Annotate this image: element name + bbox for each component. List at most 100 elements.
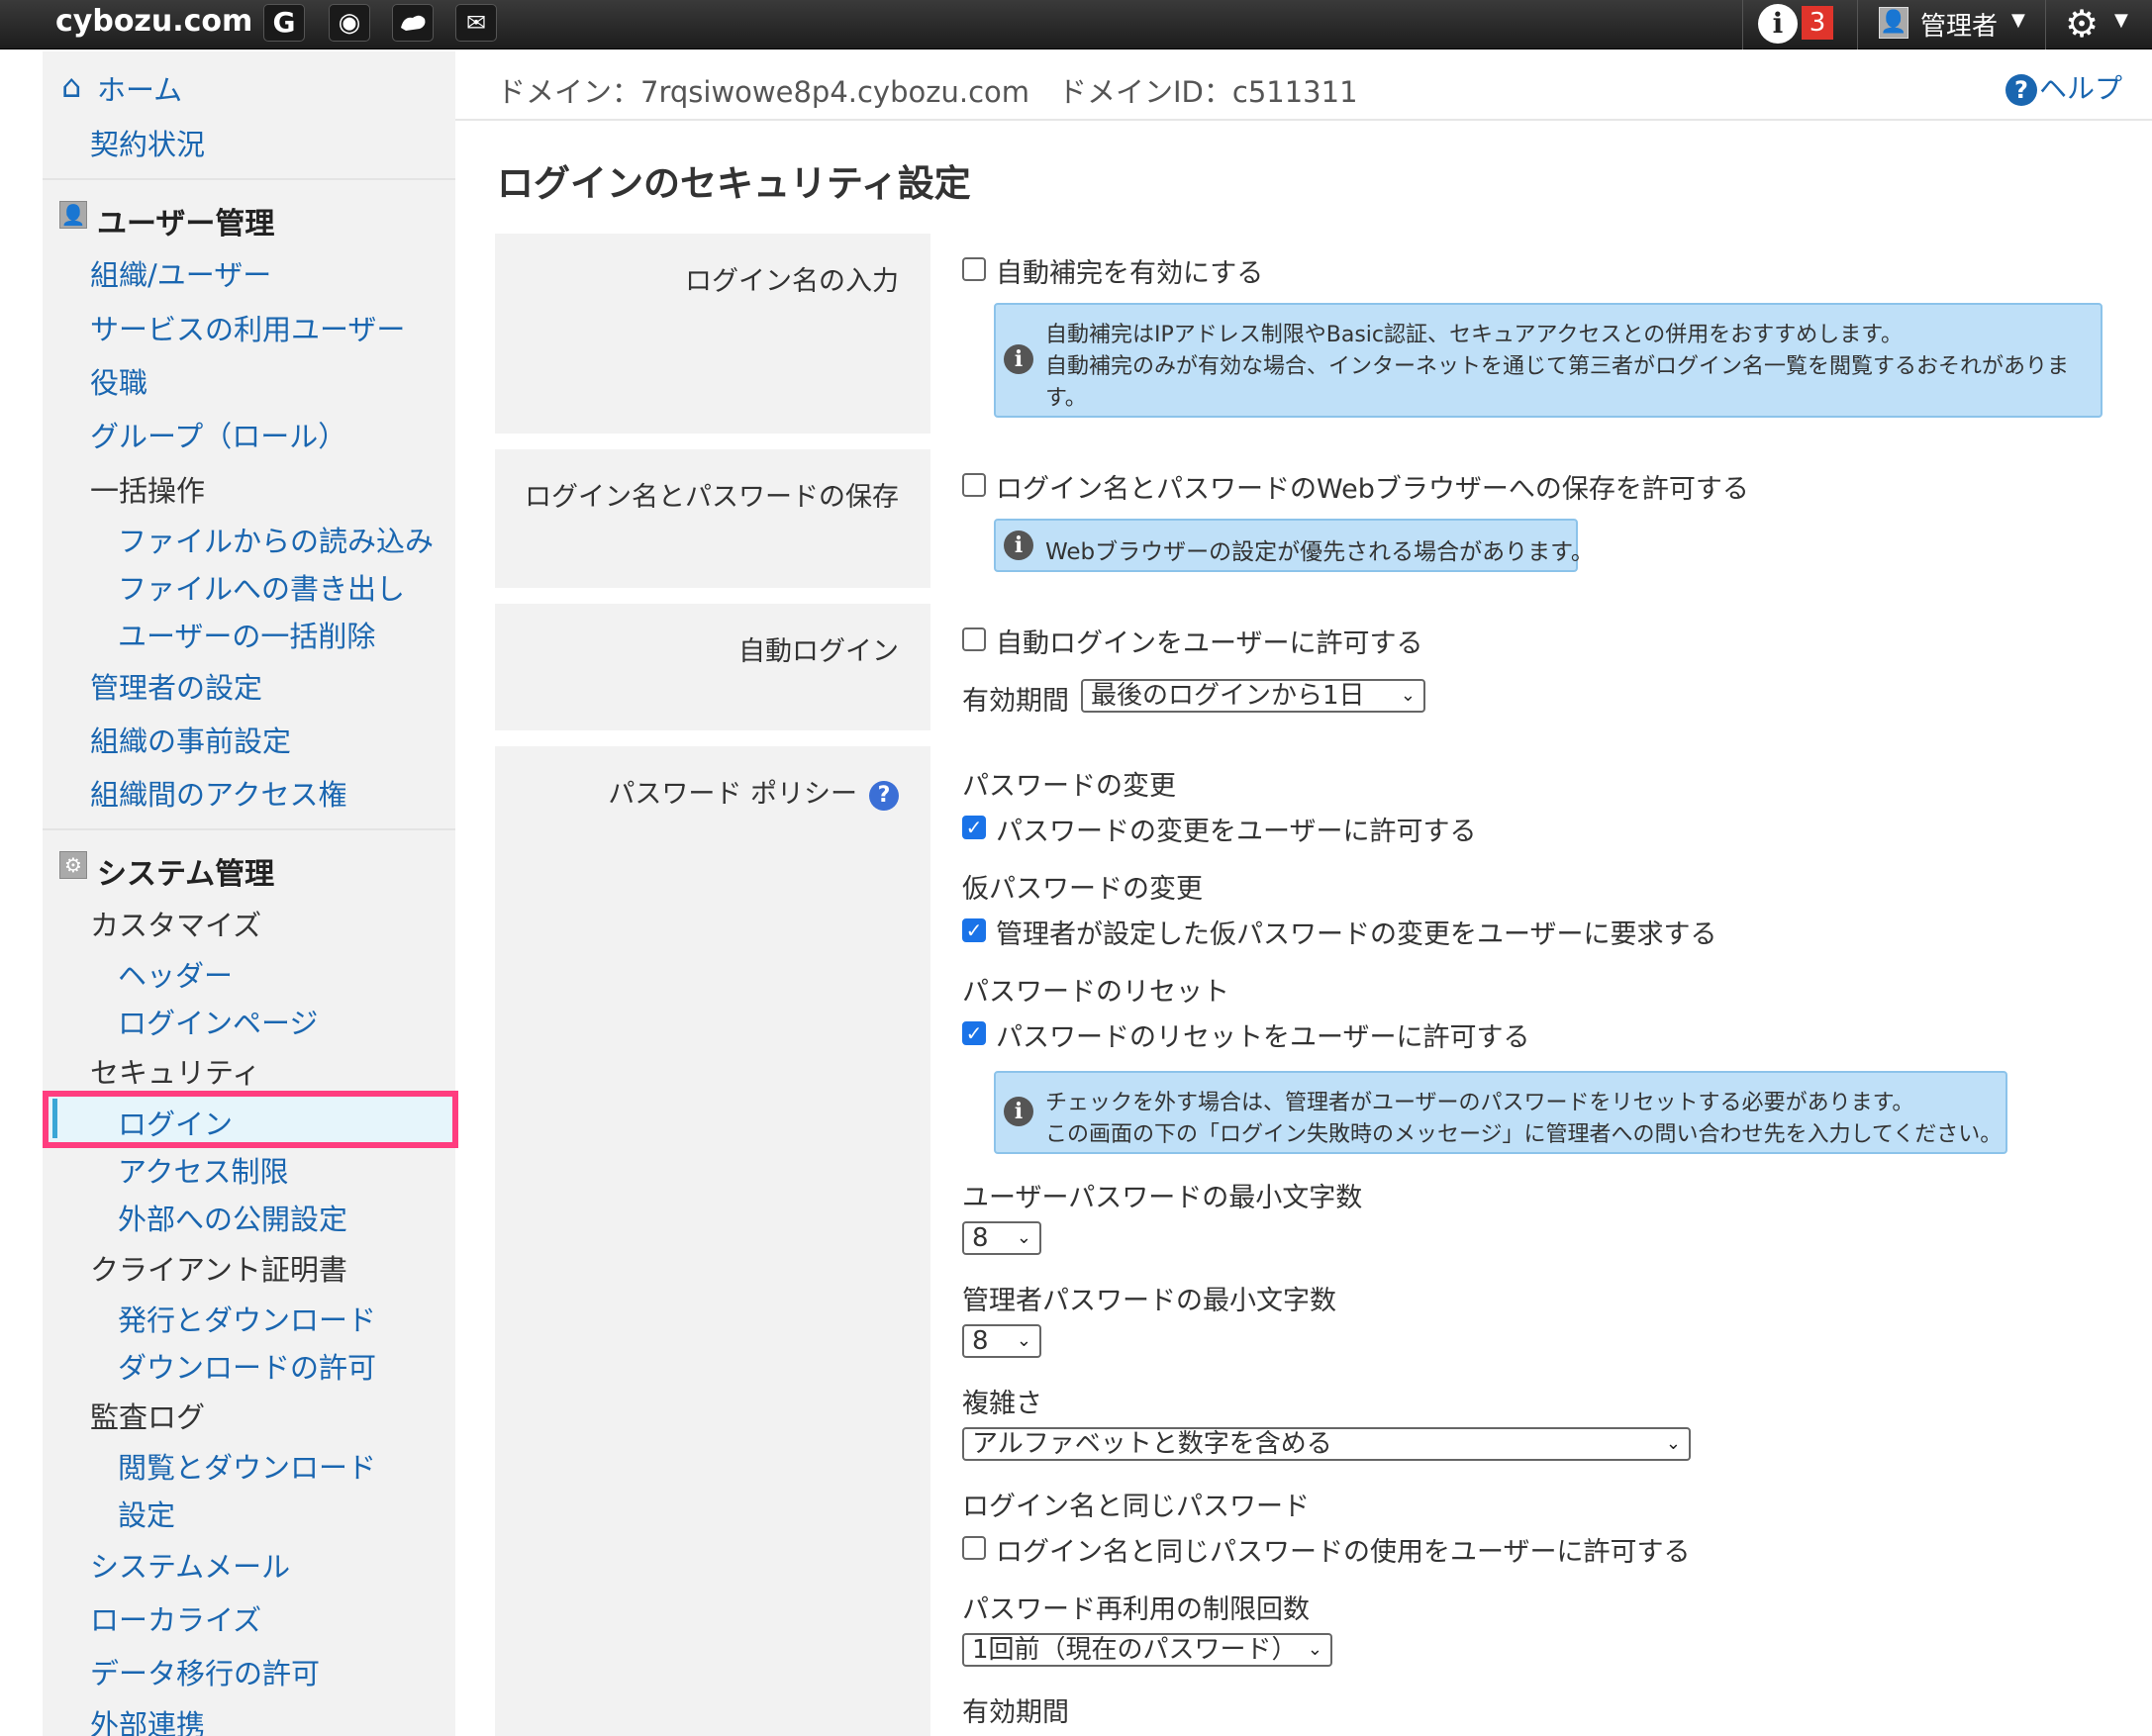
same-as-login-checkbox[interactable] bbox=[962, 1536, 986, 1560]
help-icon[interactable]: ? bbox=[869, 780, 899, 811]
sidebar-item-bulk: 一括操作 bbox=[90, 474, 206, 508]
note-text: 自動補完のみが有効な場合、インターネットを通じて第三者がログイン名一覧を閲覧する… bbox=[1045, 354, 2070, 379]
reuse-limit-heading: パスワード再利用の制限回数 bbox=[962, 1594, 1310, 1625]
sidebar-item-audit-settings[interactable]: 設定 bbox=[118, 1493, 175, 1534]
temp-password-checkbox[interactable]: ✓ bbox=[962, 918, 986, 942]
office-app-icon[interactable]: ◉ bbox=[329, 4, 370, 42]
help-icon: ? bbox=[2005, 74, 2037, 106]
save-credentials-checkbox[interactable] bbox=[962, 473, 986, 497]
temp-password-checkbox-label[interactable]: 管理者が設定した仮パスワードの変更をユーザーに要求する bbox=[996, 913, 1716, 951]
save-credentials-label-cell: ログイン名とパスワードの保存 bbox=[495, 449, 930, 588]
cybozu-logo[interactable]: cybozu.com bbox=[55, 4, 252, 39]
info-icon: i bbox=[1004, 1097, 1033, 1126]
same-as-login-heading: ログイン名と同じパスワード bbox=[962, 1492, 1310, 1522]
auto-login-label-cell: 自動ログイン bbox=[495, 604, 930, 730]
garoon-app-icon[interactable]: G bbox=[263, 4, 305, 42]
temp-password-heading: 仮パスワードの変更 bbox=[962, 874, 1203, 905]
sidebar-item-customize: カスタマイズ bbox=[90, 909, 262, 942]
sidebar-item-client-cert: クライアント証明書 bbox=[90, 1253, 347, 1287]
user-avatar-icon[interactable]: 👤 bbox=[1879, 7, 1908, 39]
complexity-heading: 複雑さ bbox=[962, 1389, 1042, 1419]
sidebar-item-external-public[interactable]: 外部への公開設定 bbox=[118, 1197, 347, 1238]
password-change-heading: パスワードの変更 bbox=[962, 771, 1176, 802]
complexity-select[interactable]: アルファベットと数字を含める ⌄ bbox=[962, 1427, 1691, 1461]
auto-login-period-select[interactable]: 最後のログインから1日 ⌄ bbox=[1081, 679, 1425, 713]
admin-min-length-select[interactable]: 8 ⌄ bbox=[962, 1324, 1041, 1358]
sidebar-item-org-access[interactable]: 組織間のアクセス権 bbox=[90, 772, 347, 814]
user-min-length-heading: ユーザーパスワードの最小文字数 bbox=[962, 1183, 1363, 1213]
sidebar-item-localize[interactable]: ローカライズ bbox=[90, 1597, 261, 1639]
sidebar-item-group[interactable]: グループ（ロール） bbox=[90, 414, 346, 455]
note-text: Webブラウザーの設定が優先される場合があります。 bbox=[1045, 539, 1594, 565]
autocomplete-checkbox-label[interactable]: 自動補完を有効にする bbox=[996, 251, 1263, 290]
sidebar-item-org-pre[interactable]: 組織の事前設定 bbox=[90, 719, 291, 760]
sidebar-item-login-page[interactable]: ログインページ bbox=[118, 1001, 318, 1042]
row-label: パスワード ポリシー? bbox=[608, 772, 899, 811]
home-icon[interactable]: ⌂ bbox=[61, 67, 81, 105]
sidebar-item-download-allow[interactable]: ダウンロードの許可 bbox=[118, 1345, 376, 1387]
sidebar-item-login-highlight bbox=[43, 1091, 458, 1148]
admin-min-length-heading: 管理者パスワードの最小文字数 bbox=[962, 1286, 1336, 1316]
mailwise-app-icon[interactable]: ✉ bbox=[455, 4, 497, 42]
password-change-checkbox[interactable]: ✓ bbox=[962, 816, 986, 839]
password-reset-checkbox-label[interactable]: パスワードのリセットをユーザーに許可する bbox=[996, 1015, 1529, 1054]
divider bbox=[2045, 0, 2046, 49]
note-text: チェックを外す場合は、管理者がユーザーのパスワードをリセットする必要があります。 bbox=[1045, 1091, 1914, 1115]
notification-badge[interactable]: 3 bbox=[1802, 6, 1833, 40]
row-label: ログイン名とパスワードの保存 bbox=[525, 482, 899, 513]
sidebar-item-header[interactable]: ヘッダー bbox=[118, 953, 233, 995]
user-icon: 👤 bbox=[59, 201, 87, 229]
chevron-down-icon: ⌄ bbox=[1016, 1330, 1031, 1351]
password-reset-checkbox[interactable]: ✓ bbox=[962, 1021, 986, 1045]
user-menu-label[interactable]: 管理者 bbox=[1920, 6, 1998, 43]
password-reset-heading: パスワードのリセット bbox=[962, 977, 1229, 1008]
sidebar-item-issue-download[interactable]: 発行とダウンロード bbox=[118, 1298, 376, 1339]
auto-login-checkbox[interactable] bbox=[962, 627, 986, 651]
sidebar-item-security: セキュリティ bbox=[90, 1056, 261, 1090]
save-credentials-note: i Webブラウザーの設定が優先される場合があります。 bbox=[994, 519, 1594, 572]
note-text: 自動補完はIPアドレス制限やBasic認証、セキュアアクセスとの併用をおすすめし… bbox=[1045, 323, 1904, 347]
sidebar-item-access-limit[interactable]: アクセス制限 bbox=[118, 1149, 289, 1191]
chevron-down-icon[interactable]: ▼ bbox=[2011, 10, 2025, 31]
kintone-app-icon[interactable] bbox=[392, 4, 434, 42]
autocomplete-checkbox[interactable] bbox=[962, 257, 986, 281]
same-as-login-checkbox-label[interactable]: ログイン名と同じパスワードの使用をユーザーに許可する bbox=[996, 1530, 1690, 1569]
divider bbox=[1857, 0, 1858, 49]
sidebar-item-system-mail[interactable]: システムメール bbox=[90, 1544, 290, 1586]
sidebar-item-role[interactable]: 役職 bbox=[90, 360, 147, 402]
reuse-limit-select[interactable]: 1回前（現在のパスワード） ⌄ bbox=[962, 1633, 1332, 1667]
divider bbox=[43, 178, 455, 180]
info-icon[interactable]: i bbox=[1758, 4, 1798, 44]
sidebar-item-service-user[interactable]: サービスの利用ユーザー bbox=[90, 307, 405, 348]
row-label: 自動ログイン bbox=[738, 636, 899, 667]
domain-info: ドメイン：7rqsiwowe8p4.cybozu.com ドメインID：c511… bbox=[497, 75, 1358, 109]
save-credentials-checkbox-label[interactable]: ログイン名とパスワードのWebブラウザーへの保存を許可する bbox=[996, 467, 1749, 506]
auto-login-period-label: 有効期間 bbox=[962, 686, 1069, 717]
help-link[interactable]: ? ヘルプ bbox=[2005, 67, 2122, 107]
password-change-checkbox-label[interactable]: パスワードの変更をユーザーに許可する bbox=[996, 810, 1476, 848]
sidebar-item-home[interactable]: ホーム bbox=[97, 67, 182, 109]
chevron-down-icon[interactable]: ▼ bbox=[2114, 10, 2128, 31]
gear-icon: ⚙ bbox=[59, 851, 87, 879]
divider bbox=[455, 119, 2152, 121]
sidebar-item-export[interactable]: ファイルへの書き出し bbox=[118, 566, 405, 608]
sidebar-item-login[interactable]: ログイン bbox=[118, 1102, 233, 1143]
gear-icon[interactable]: ⚙ bbox=[2065, 2, 2099, 46]
autocomplete-note: i 自動補完はIPアドレス制限やBasic認証、セキュアアクセスとの併用をおすす… bbox=[994, 303, 2103, 418]
auto-login-checkbox-label[interactable]: 自動ログインをユーザーに許可する bbox=[996, 622, 1422, 660]
sidebar-item-view-download[interactable]: 閲覧とダウンロード bbox=[118, 1445, 376, 1487]
chevron-down-icon: ⌄ bbox=[1400, 685, 1416, 706]
row-label-text: パスワード ポリシー bbox=[608, 779, 857, 810]
sidebar-item-admin-settings[interactable]: 管理者の設定 bbox=[90, 665, 262, 707]
active-indicator bbox=[52, 1099, 57, 1138]
sidebar-heading-system-management: システム管理 bbox=[97, 857, 275, 892]
sidebar-item-org-user[interactable]: 組織/ユーザー bbox=[90, 252, 271, 294]
sidebar-item-import[interactable]: ファイルからの読み込み bbox=[118, 519, 434, 560]
sidebar-item-external-link[interactable]: 外部連携 bbox=[90, 1702, 205, 1736]
password-policy-label-cell: パスワード ポリシー? bbox=[495, 746, 930, 1736]
sidebar-item-contract[interactable]: 契約状況 bbox=[90, 122, 205, 163]
user-min-length-select[interactable]: 8 ⌄ bbox=[962, 1221, 1041, 1255]
top-bar: cybozu.com G ◉ ✉ i 3 👤 管理者 ▼ ⚙ ▼ bbox=[0, 0, 2152, 49]
sidebar-item-data-migration[interactable]: データ移行の許可 bbox=[90, 1651, 320, 1692]
sidebar-item-bulk-delete[interactable]: ユーザーの一括削除 bbox=[118, 614, 375, 655]
